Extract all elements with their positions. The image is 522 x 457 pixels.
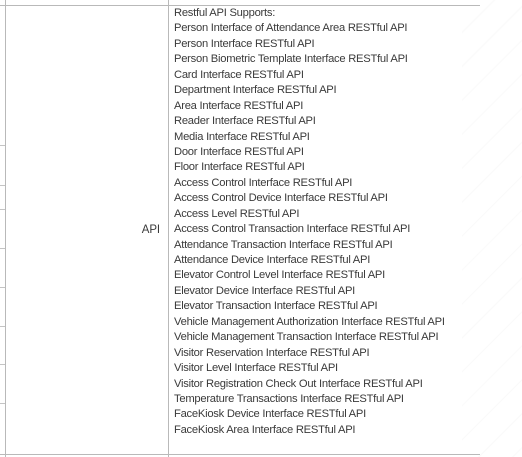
- list-item: Visitor Reservation Interface RESTful AP…: [174, 346, 370, 359]
- api-list: Restful API Supports: Person Interface of…: [174, 6, 445, 438]
- list-item: Person Interface of Attendance Area REST…: [174, 22, 408, 35]
- table-bottom-border: [0, 454, 480, 455]
- list-item: Person Interface RESTful API: [174, 37, 315, 50]
- list-item: Department Interface RESTful API: [174, 84, 337, 97]
- list-item: Elevator Transaction Interface RESTful A…: [174, 300, 378, 313]
- document-page: API Restful API Supports: Person Interfac…: [0, 0, 522, 457]
- list-item: Vehicle Management Transaction Interface…: [174, 331, 439, 344]
- row-label-cell: API: [5, 6, 168, 454]
- list-item: Door Interface RESTful API: [174, 145, 304, 158]
- list-item: Attendance Device Interface RESTful API: [174, 254, 371, 266]
- list-item: Media Interface RESTful API: [174, 130, 310, 143]
- row-label: API: [141, 224, 160, 236]
- list-item: Attendance Transaction Interface RESTful…: [174, 238, 393, 251]
- list-item: Card Interface RESTful API: [174, 68, 304, 81]
- list-item: Access Control Transaction Interface RES…: [174, 223, 411, 236]
- list-item: Vehicle Management Authorization Interfa…: [174, 315, 445, 328]
- list-item: Access Control Interface RESTful API: [174, 176, 353, 189]
- list-item: FaceKiosk Device Interface RESTful API: [174, 408, 366, 421]
- row-content-cell: Restful API Supports: Person Interface of…: [168, 6, 480, 454]
- list-item: Elevator Control Level Interface RESTful…: [174, 269, 385, 282]
- list-item: Access Level RESTful API: [174, 207, 300, 220]
- list-item: Reader Interface RESTful API: [174, 115, 316, 128]
- list-item: Visitor Registration Check Out Interface…: [174, 377, 423, 390]
- list-item: Area Interface RESTful API: [174, 99, 304, 112]
- list-item: Access Control Device Interface RESTful …: [174, 192, 388, 205]
- list-item: Elevator Device Interface RESTful API: [174, 284, 356, 297]
- list-item: Visitor Level Interface RESTful API: [174, 362, 338, 375]
- list-item: Person Biometric Template Interface REST…: [174, 53, 408, 66]
- list-item: FaceKiosk Area Interface RESTful API: [174, 423, 356, 436]
- list-item: Temperature Transactions Interface RESTf…: [174, 392, 404, 405]
- list-item: Floor Interface RESTful API: [174, 161, 305, 174]
- list-heading: Restful API Supports:: [174, 7, 276, 19]
